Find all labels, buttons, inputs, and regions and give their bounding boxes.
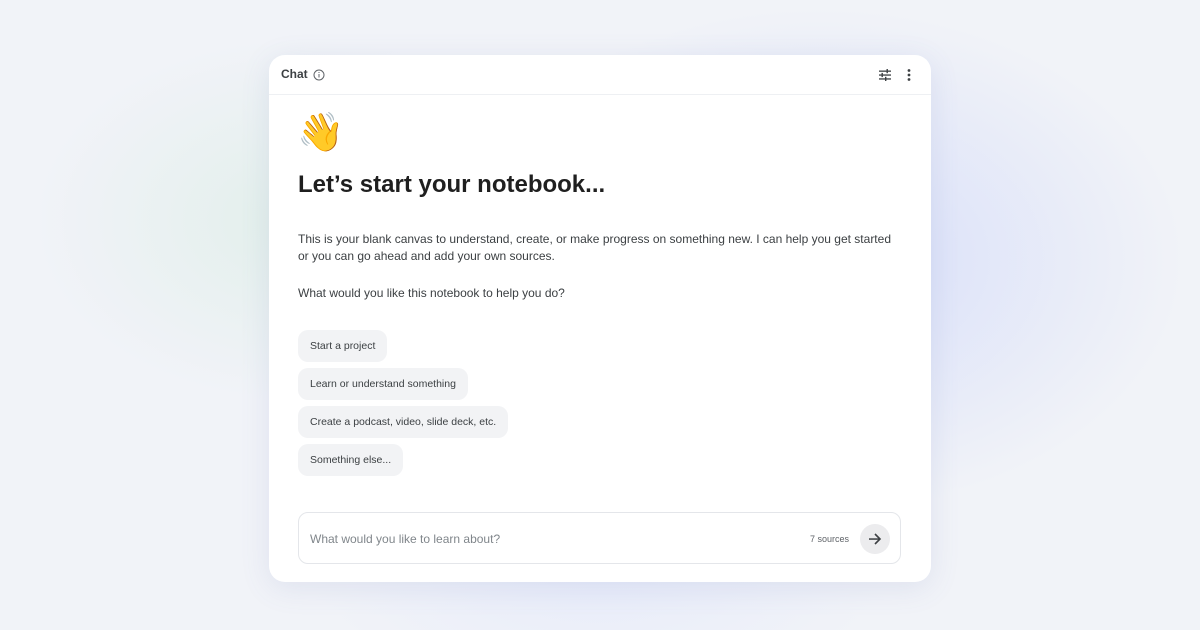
send-button[interactable] <box>860 524 890 554</box>
suggestion-chip-create-media[interactable]: Create a podcast, video, slide deck, etc… <box>298 406 509 438</box>
chat-panel: Chat 👋 Let’s start your notebook... This… <box>269 55 931 582</box>
prompt-question: What would you like this notebook to hel… <box>298 286 565 300</box>
suggestion-chip-start-project[interactable]: Start a project <box>298 330 388 362</box>
waving-hand-icon: 👋 <box>297 112 345 154</box>
suggestion-chip-something-else[interactable]: Something else... <box>298 444 404 476</box>
suggestion-chips: Start a project Learn or understand some… <box>298 330 509 482</box>
chat-input-placeholder[interactable]: What would you like to learn about? <box>310 532 500 546</box>
tune-icon[interactable] <box>878 68 892 82</box>
suggestion-chip-learn[interactable]: Learn or understand something <box>298 368 468 400</box>
more-vert-icon[interactable] <box>903 67 915 83</box>
chat-input-box[interactable]: What would you like to learn about? 7 so… <box>298 512 901 564</box>
info-icon[interactable] <box>313 68 325 81</box>
notebook-heading: Let’s start your notebook... <box>298 171 606 198</box>
intro-text: This is your blank canvas to understand,… <box>298 232 891 263</box>
sources-count-badge: 7 sources <box>810 534 850 544</box>
chat-header: Chat <box>269 55 931 95</box>
arrow-forward-icon <box>869 533 882 545</box>
chat-title: Chat <box>281 67 308 81</box>
